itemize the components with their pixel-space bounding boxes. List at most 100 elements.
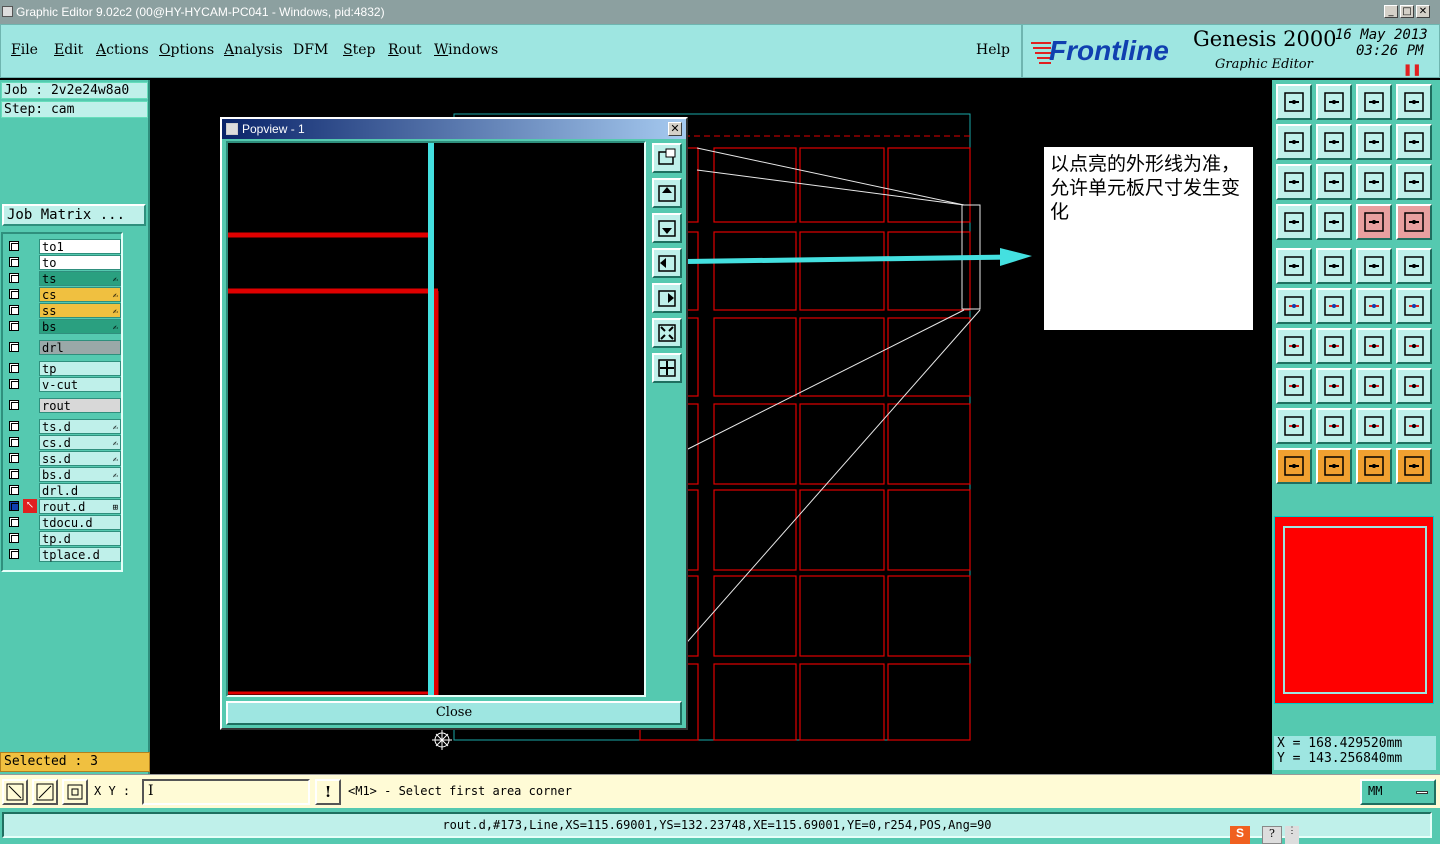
pause-icon[interactable]: ❚❚ [1403, 63, 1421, 76]
layer-row-v-cut[interactable]: v-cut [5, 377, 121, 392]
save-icon[interactable] [1316, 84, 1352, 120]
open-job-icon[interactable] [1276, 84, 1312, 120]
key-icon[interactable] [1316, 204, 1352, 240]
bridge-icon[interactable] [1396, 408, 1432, 444]
pan-up-icon[interactable] [652, 178, 682, 208]
layer-row-tp[interactable]: tp [5, 361, 121, 376]
layer-row-drl[interactable]: drl [5, 340, 121, 355]
menu-windows[interactable]: Windows [434, 42, 498, 58]
feature-icon[interactable] [1316, 248, 1352, 284]
menu-rout[interactable]: Rout [388, 42, 422, 58]
undo-icon[interactable] [1356, 124, 1392, 160]
zoom-out-icon[interactable] [652, 318, 682, 348]
layer-checkbox[interactable] [9, 241, 19, 251]
net-icon[interactable] [1356, 204, 1392, 240]
layer-row-rout-d[interactable]: ↖ rout.d ⊞ [5, 499, 121, 514]
menu-file[interactable]: File [11, 42, 38, 58]
arch-icon[interactable] [1356, 408, 1392, 444]
node-icon[interactable] [1276, 288, 1312, 324]
redo-icon[interactable] [1396, 124, 1432, 160]
ruler-icon[interactable] [1356, 248, 1392, 284]
triangle-icon[interactable] [1276, 408, 1312, 444]
home-icon[interactable] [1356, 84, 1392, 120]
layer-row-tplace-d[interactable]: tplace.d [5, 547, 121, 562]
alert-icon[interactable]: ! [315, 779, 341, 805]
pad-icon[interactable] [1276, 248, 1312, 284]
layer-checkbox[interactable] [9, 321, 19, 331]
maximize-button[interactable]: □ [1400, 5, 1414, 18]
help-icon[interactable] [1396, 164, 1432, 200]
layer-row-rout[interactable]: rout [5, 398, 121, 413]
job-matrix-button[interactable]: Job Matrix ... [2, 204, 146, 226]
symbol-icon[interactable] [1396, 328, 1432, 364]
layer-checkbox[interactable] [9, 342, 19, 352]
layer-checkbox[interactable] [9, 549, 19, 559]
select-path-icon[interactable] [1396, 448, 1432, 484]
select-icon[interactable] [1276, 448, 1312, 484]
layer-checkbox[interactable] [9, 363, 19, 373]
layer-checkbox[interactable] [9, 305, 19, 315]
line-icon[interactable] [1276, 328, 1312, 364]
menu-analysis[interactable]: Analysis [224, 42, 283, 58]
pan-right-icon[interactable] [652, 283, 682, 313]
layer-row-drl-d[interactable]: drl.d [5, 483, 121, 498]
pan-left-icon[interactable] [652, 248, 682, 278]
layer-checkbox[interactable] [9, 379, 19, 389]
layer-row-cs[interactable]: cs ✍ [5, 287, 121, 302]
layer-row-to[interactable]: to [5, 255, 121, 270]
layer-checkbox[interactable] [9, 453, 19, 463]
zoom-home-icon[interactable] [652, 353, 682, 383]
fit-icon[interactable] [1276, 164, 1312, 200]
angle-icon[interactable] [1316, 408, 1352, 444]
layer-checkbox[interactable] [9, 501, 19, 511]
layer-checkbox[interactable] [9, 469, 19, 479]
link-icon[interactable] [1356, 288, 1392, 324]
layer-checkbox[interactable] [9, 289, 19, 299]
close-window-button[interactable]: ✕ [1416, 5, 1430, 18]
scale-icon[interactable] [1356, 164, 1392, 200]
curve-icon[interactable] [1356, 328, 1392, 364]
layer-row-tp-d[interactable]: tp.d [5, 531, 121, 546]
measure-icon[interactable] [32, 779, 58, 805]
segment-icon[interactable] [1316, 368, 1352, 404]
zoom-window-icon[interactable] [652, 143, 682, 173]
layer-checkbox[interactable] [9, 400, 19, 410]
pan-down-icon[interactable] [652, 213, 682, 243]
connect-icon[interactable] [1396, 288, 1432, 324]
export-icon[interactable] [1316, 124, 1352, 160]
tray-s-icon[interactable]: S [1230, 826, 1250, 844]
cross-icon[interactable] [1316, 288, 1352, 324]
netlist-icon[interactable] [1396, 204, 1432, 240]
layout-icon[interactable] [1396, 84, 1432, 120]
menu-edit[interactable]: Edit [54, 42, 83, 58]
tray-more-icon[interactable]: ⋮ [1285, 826, 1299, 844]
xy-input[interactable]: I [142, 779, 310, 805]
shape-icon[interactable] [1396, 368, 1432, 404]
zoom-icon[interactable] [1316, 164, 1352, 200]
layer-row-ss-d[interactable]: ss.d ✍ [5, 451, 121, 466]
layer-row-cs-d[interactable]: cs.d ✍ [5, 435, 121, 450]
popview-title-bar[interactable]: Popview - 1 ✕ [222, 119, 686, 139]
dot-icon[interactable] [1396, 248, 1432, 284]
layer-checkbox[interactable] [9, 437, 19, 447]
layer-checkbox[interactable] [9, 273, 19, 283]
minimize-button[interactable]: _ [1384, 5, 1398, 18]
popview-close-button[interactable]: Close [226, 701, 682, 725]
popview-canvas[interactable] [226, 141, 646, 697]
layer-checkbox[interactable] [9, 485, 19, 495]
center-icon[interactable] [1356, 368, 1392, 404]
layer-row-tdocu-d[interactable]: tdocu.d [5, 515, 121, 530]
select-area-icon[interactable] [1316, 448, 1352, 484]
tray-help-icon[interactable]: ? [1262, 826, 1282, 844]
grid-icon[interactable] [62, 779, 88, 805]
layer-row-ss[interactable]: ss ✍ [5, 303, 121, 318]
snap-icon[interactable] [1276, 368, 1312, 404]
layer-row-ts-d[interactable]: ts.d ✍ [5, 419, 121, 434]
arc-icon[interactable] [1316, 328, 1352, 364]
zoom-box-icon[interactable] [2, 779, 28, 805]
units-selector[interactable]: MM [1360, 779, 1436, 805]
menu-dfm[interactable]: DFM [293, 42, 328, 58]
popview-close-icon[interactable]: ✕ [668, 122, 682, 136]
layer-row-bs[interactable]: bs ✍ [5, 319, 121, 334]
overview-preview[interactable] [1274, 516, 1434, 704]
